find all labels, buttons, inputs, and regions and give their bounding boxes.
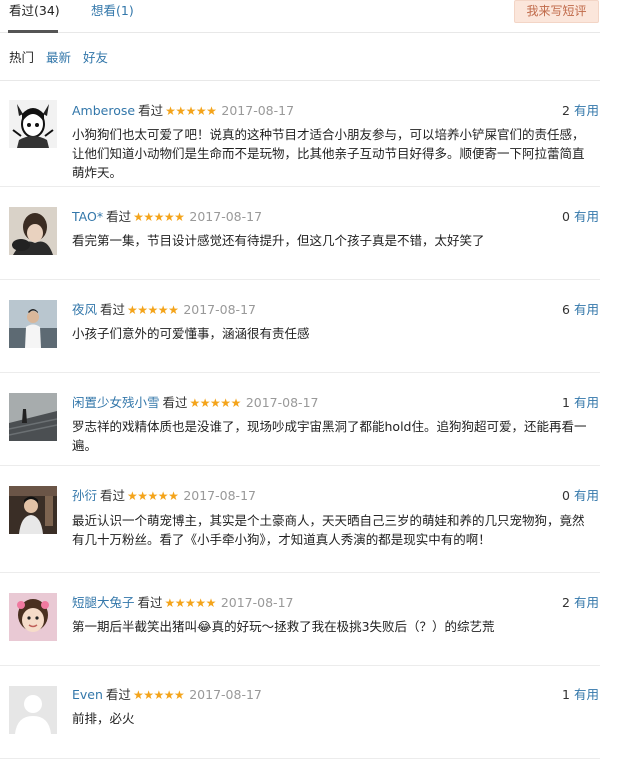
- vote-area: 0 有用: [562, 208, 599, 226]
- vote-area: 0 有用: [562, 487, 599, 505]
- comment-date: 2017-08-17: [189, 209, 263, 224]
- active-tab-indicator: [8, 30, 58, 33]
- username-link[interactable]: 短腿大兔子: [72, 595, 135, 610]
- useful-button[interactable]: 有用: [574, 103, 599, 118]
- username-link[interactable]: Amberose: [72, 103, 135, 118]
- comment-item: 孙衍 看过 ★★★★★ 2017-08-17 0 有用 最近认识一个萌宠博主，其实是个…: [0, 466, 600, 573]
- comment-header: Amberose 看过 ★★★★★ 2017-08-17: [72, 102, 294, 120]
- useful-button[interactable]: 有用: [574, 595, 599, 610]
- vote-count: 2: [562, 103, 570, 118]
- comment-date: 2017-08-17: [245, 395, 319, 410]
- useful-button[interactable]: 有用: [574, 488, 599, 503]
- username-link[interactable]: Even: [72, 687, 103, 702]
- watch-status: 看过: [138, 103, 164, 118]
- avatar[interactable]: [9, 686, 57, 734]
- comments-page: 看过(34) 想看(1) 我来写短评 热门 最新 好友 Amberose 看过 ★★…: [0, 0, 623, 767]
- comment-date: 2017-08-17: [220, 595, 294, 610]
- watch-status: 看过: [106, 209, 132, 224]
- username-link[interactable]: 夜风: [72, 302, 97, 317]
- comment-item: Amberose 看过 ★★★★★ 2017-08-17 2 有用 小狗狗们也太可爱了…: [0, 82, 600, 187]
- comment-item: 短腿大兔子 看过 ★★★★★ 2017-08-17 2 有用 第一期后半截笑出猪叫😂真…: [0, 573, 600, 666]
- comment-header: 孙衍 看过 ★★★★★ 2017-08-17: [72, 487, 256, 505]
- watch-status: 看过: [162, 395, 188, 410]
- avatar[interactable]: [9, 300, 57, 348]
- comment-text: 看完第一集，节目设计感觉还有待提升，但这几个孩子真是不错，太好笑了: [72, 233, 485, 248]
- comment-item: 夜风 看过 ★★★★★ 2017-08-17 6 有用 小孩子们意外的可爱懂事，涵涵很…: [0, 280, 600, 373]
- comment-text: 小孩子们意外的可爱懂事，涵涵很有责任感: [72, 326, 310, 341]
- avatar[interactable]: [9, 100, 57, 148]
- vote-area: 1 有用: [562, 394, 599, 412]
- watch-status: 看过: [100, 302, 126, 317]
- comment-date: 2017-08-17: [189, 687, 262, 702]
- comment-date: 2017-08-17: [183, 302, 256, 317]
- vote-count: 0: [562, 209, 570, 224]
- rating-stars: ★★★★★: [133, 210, 185, 224]
- filter-hot[interactable]: 热门: [9, 50, 34, 66]
- useful-button[interactable]: 有用: [574, 687, 599, 702]
- filter-newest[interactable]: 最新: [46, 50, 71, 66]
- vote-count: 1: [562, 687, 570, 702]
- comment-date: 2017-08-17: [183, 488, 256, 503]
- comment-text: 最近认识一个萌宠博主，其实是个土豪商人，天天晒自己三岁的萌娃和养的几只宠物狗，竟…: [72, 513, 585, 547]
- comment-text: 第一期后半截笑出猪叫😂真的好玩～拯救了我在极挑3失败后（？）的综艺荒: [72, 619, 495, 634]
- sort-filter-bar: 热门 最新 好友: [0, 34, 600, 81]
- comment-item: Even 看过 ★★★★★ 2017-08-17 1 有用 前排，必火: [0, 666, 600, 759]
- rating-stars: ★★★★★: [127, 489, 179, 503]
- vote-count: 0: [562, 488, 570, 503]
- rating-stars: ★★★★★: [189, 396, 242, 410]
- tab-want[interactable]: 想看(1): [91, 3, 134, 33]
- watch-status: 看过: [137, 595, 163, 610]
- useful-button[interactable]: 有用: [574, 395, 599, 410]
- vote-count: 1: [562, 395, 570, 410]
- comment-item: 闲置少女残小雪 看过 ★★★★★ 2017-08-17 1 有用 罗志祥的戏精体质也是…: [0, 373, 600, 466]
- vote-count: 6: [562, 302, 570, 317]
- comment-header: 闲置少女残小雪 看过 ★★★★★ 2017-08-17: [72, 394, 318, 412]
- vote-area: 2 有用: [562, 102, 599, 120]
- comment-item: TAO* 看过 ★★★★★ 2017-08-17 0 有用 看完第一集，节目设计感觉还…: [0, 187, 600, 280]
- comment-text: 前排，必火: [72, 711, 135, 726]
- comment-date: 2017-08-17: [221, 103, 295, 118]
- username-link[interactable]: TAO*: [72, 209, 103, 224]
- avatar[interactable]: [9, 593, 57, 641]
- rating-stars: ★★★★★: [164, 596, 217, 610]
- comment-header: 短腿大兔子 看过 ★★★★★ 2017-08-17: [72, 594, 293, 612]
- comment-header: 夜风 看过 ★★★★★ 2017-08-17: [72, 301, 256, 319]
- write-comment-button[interactable]: 我来写短评: [514, 0, 599, 23]
- rating-stars: ★★★★★: [132, 688, 185, 702]
- watch-status: 看过: [100, 488, 126, 503]
- rating-stars: ★★★★★: [127, 303, 179, 317]
- rating-stars: ★★★★★: [165, 104, 217, 118]
- username-link[interactable]: 闲置少女残小雪: [72, 395, 160, 410]
- vote-area: 2 有用: [562, 594, 599, 612]
- filter-friends[interactable]: 好友: [83, 50, 108, 66]
- vote-area: 1 有用: [562, 686, 599, 704]
- avatar[interactable]: [9, 486, 57, 534]
- tab-seen[interactable]: 看过(34): [9, 3, 60, 33]
- comment-header: TAO* 看过 ★★★★★ 2017-08-17: [72, 208, 262, 226]
- useful-button[interactable]: 有用: [574, 302, 599, 317]
- watch-status: 看过: [105, 687, 131, 702]
- avatar[interactable]: [9, 393, 57, 441]
- comment-text: 小狗狗们也太可爱了吧！说真的这种节目才适合小朋友参与，可以培养小铲屎官们的责任感…: [72, 127, 585, 180]
- vote-count: 2: [562, 595, 570, 610]
- comment-text: 罗志祥的戏精体质也是没谁了，现场吵成宇宙黑洞了都能hold住。追狗狗超可爱，还能…: [72, 419, 587, 453]
- useful-button[interactable]: 有用: [574, 209, 599, 224]
- username-link[interactable]: 孙衍: [72, 488, 97, 503]
- avatar[interactable]: [9, 207, 57, 255]
- tab-bar: 看过(34) 想看(1) 我来写短评: [0, 0, 600, 33]
- vote-area: 6 有用: [562, 301, 599, 319]
- comment-header: Even 看过 ★★★★★ 2017-08-17: [72, 686, 262, 704]
